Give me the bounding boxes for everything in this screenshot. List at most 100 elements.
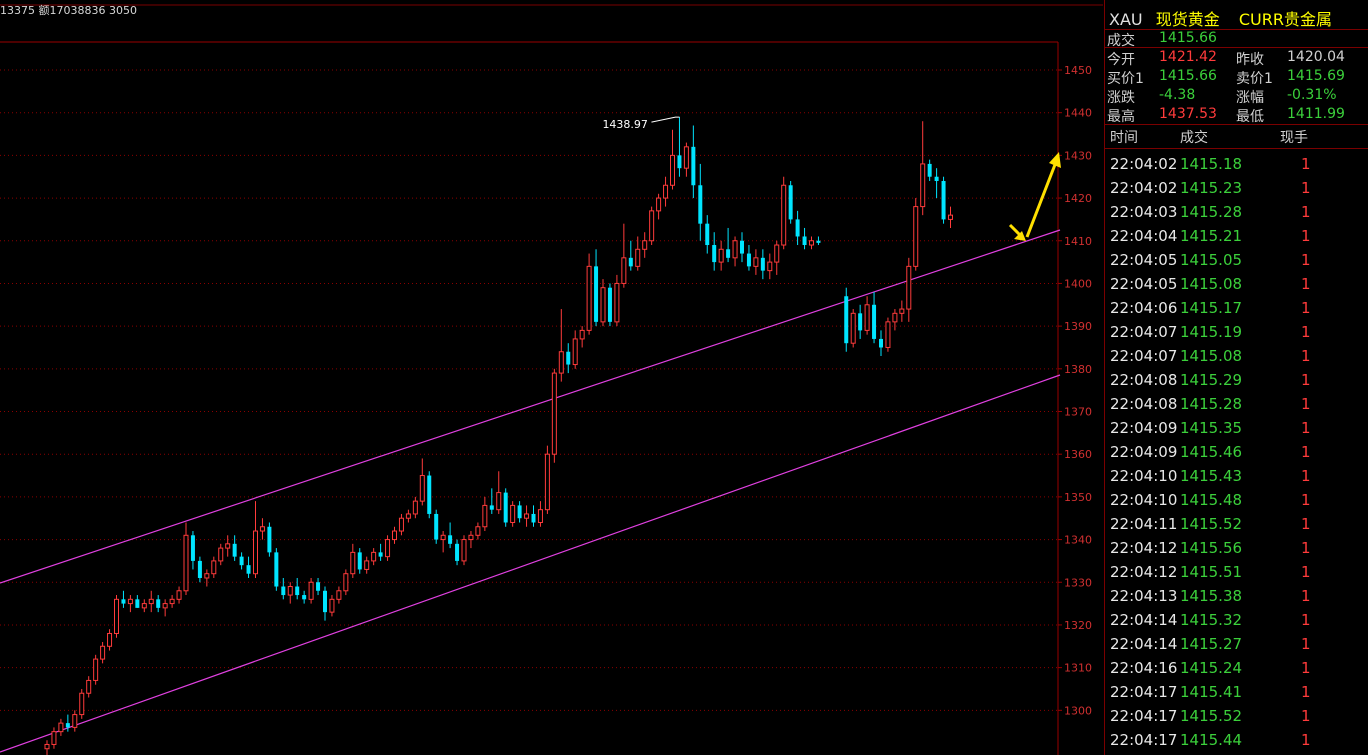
candle-body-up <box>864 304 870 331</box>
candle-body-up <box>753 257 759 267</box>
tick-time: 22:04:08 <box>1110 371 1178 389</box>
tick-row: 22:04:10 1415.43 1 <box>1105 464 1368 488</box>
tick-price: 1415.05 <box>1180 251 1243 269</box>
high-label: 最高 <box>1107 109 1135 125</box>
candle-body-down <box>295 586 300 596</box>
tick-volume: 1 <box>1301 707 1311 725</box>
y-tick-label: 1430 <box>1064 149 1092 162</box>
candle-body-down <box>302 595 307 600</box>
tick-row: 22:04:11 1415.52 1 <box>1105 512 1368 536</box>
candle-body-down <box>190 535 195 561</box>
kline-chart[interactable]: 1300 1310 1320 1330 1340 1350 1360 1370 1380 1390… <box>0 0 1103 755</box>
tick-volume: 1 <box>1301 395 1311 413</box>
y-tick-label: 1300 <box>1064 704 1092 717</box>
y-tick-label: 1370 <box>1064 406 1092 419</box>
candle-body-up <box>948 214 953 220</box>
peak-annotation-leader <box>651 116 680 123</box>
ticks-header-price: 成交 <box>1180 130 1208 146</box>
candle-body-down <box>65 723 70 728</box>
candle-body-up <box>440 534 446 541</box>
candle-body-up <box>885 321 891 348</box>
candle-body-up <box>551 372 557 455</box>
tick-time: 22:04:14 <box>1110 611 1178 629</box>
candle-body-up <box>336 590 342 600</box>
candle-body-up <box>259 526 265 532</box>
candle-body-up <box>107 632 113 647</box>
candle-body-down <box>281 586 286 596</box>
y-tick-label: 1310 <box>1064 662 1092 675</box>
tick-volume: 1 <box>1301 539 1311 557</box>
tick-volume: 1 <box>1301 347 1311 365</box>
quote-panel: XAU 现货黄金 CURR贵金属 成交 1415.66 今开 1421.42 昨… <box>1104 0 1368 755</box>
candle-body-up <box>614 282 620 323</box>
candle-body-up <box>308 581 314 600</box>
candle-body-up <box>162 603 168 609</box>
candle-body-down <box>802 236 807 246</box>
candle-body-up <box>899 308 905 314</box>
candle-body-up <box>475 526 481 536</box>
tick-row: 22:04:17 1415.52 1 <box>1105 704 1368 728</box>
up-arrow-shaft <box>1025 161 1058 238</box>
tick-row: 22:04:09 1415.46 1 <box>1105 440 1368 464</box>
open-label: 今开 <box>1107 52 1135 68</box>
candle-body-up <box>371 551 377 562</box>
candle-body-up <box>579 329 585 340</box>
candle-body-down <box>503 492 508 523</box>
candle-body-up <box>148 598 154 605</box>
candle-body-up <box>329 598 335 613</box>
tick-row: 22:04:04 1415.21 1 <box>1105 224 1368 248</box>
tick-volume: 1 <box>1301 635 1311 653</box>
candle-body-up <box>913 206 919 267</box>
candle-body-down <box>246 565 251 574</box>
candle-body-up <box>385 539 391 558</box>
candle-body-up <box>510 504 516 523</box>
candle-body-down <box>788 185 793 220</box>
open-row: 今开 1421.42 昨收 1420.04 <box>1105 48 1368 68</box>
tick-list[interactable]: 22:04:02 1415.18 1 22:04:02 1415.23 1 22:04:03… <box>1105 152 1368 752</box>
ask-value: 1415.69 <box>1287 68 1345 84</box>
tick-row: 22:04:02 1415.23 1 <box>1105 176 1368 200</box>
y-tick-label: 1440 <box>1064 107 1092 120</box>
ticks-header-time: 时间 <box>1110 130 1138 146</box>
candle-body-down <box>760 257 765 271</box>
candle-body-up <box>72 714 78 728</box>
candle-body-down <box>740 240 744 254</box>
tick-price: 1415.17 <box>1180 299 1243 317</box>
candle-body-up <box>211 560 217 575</box>
candle-body-up <box>537 509 543 523</box>
candle-body-down <box>489 505 494 510</box>
tick-price: 1415.08 <box>1180 347 1243 365</box>
tick-price: 1415.35 <box>1180 419 1243 437</box>
tick-price: 1415.32 <box>1180 611 1243 629</box>
tick-time: 22:04:08 <box>1110 395 1178 413</box>
tick-volume: 1 <box>1301 419 1311 437</box>
tick-time: 22:04:07 <box>1110 323 1178 341</box>
candle-body-up <box>419 475 425 502</box>
tick-time: 22:04:10 <box>1110 491 1178 509</box>
tick-time: 22:04:05 <box>1110 251 1178 269</box>
candle-body-down <box>267 526 272 553</box>
tick-price: 1415.19 <box>1180 323 1243 341</box>
tick-row: 22:04:12 1415.51 1 <box>1105 560 1368 584</box>
change-value: -4.38 <box>1159 87 1196 103</box>
tick-time: 22:04:17 <box>1110 707 1178 725</box>
change-pct-value: -0.31% <box>1287 87 1337 103</box>
candle-body-down <box>698 185 703 224</box>
candle-body-up <box>461 539 467 562</box>
high-low-row: 最高 1437.53 最低 1411.99 <box>1105 105 1368 125</box>
tick-price: 1415.29 <box>1180 371 1243 389</box>
tick-price: 1415.56 <box>1180 539 1243 557</box>
candle-body-up <box>86 679 92 694</box>
tick-row: 22:04:07 1415.19 1 <box>1105 320 1368 344</box>
low-label: 最低 <box>1236 109 1264 125</box>
tick-row: 22:04:13 1415.38 1 <box>1105 584 1368 608</box>
kline-chart-svg[interactable]: 1300 1310 1320 1330 1340 1350 1360 1370 1380 1390… <box>0 0 1103 755</box>
tick-volume: 1 <box>1301 467 1311 485</box>
tick-time: 22:04:07 <box>1110 347 1178 365</box>
prev-close-value: 1420.04 <box>1287 49 1345 65</box>
tick-time: 22:04:03 <box>1110 203 1178 221</box>
candle-body-down <box>927 163 932 177</box>
tick-row: 22:04:12 1415.56 1 <box>1105 536 1368 560</box>
tick-row: 22:04:10 1415.48 1 <box>1105 488 1368 512</box>
candle-body-up <box>58 722 64 733</box>
